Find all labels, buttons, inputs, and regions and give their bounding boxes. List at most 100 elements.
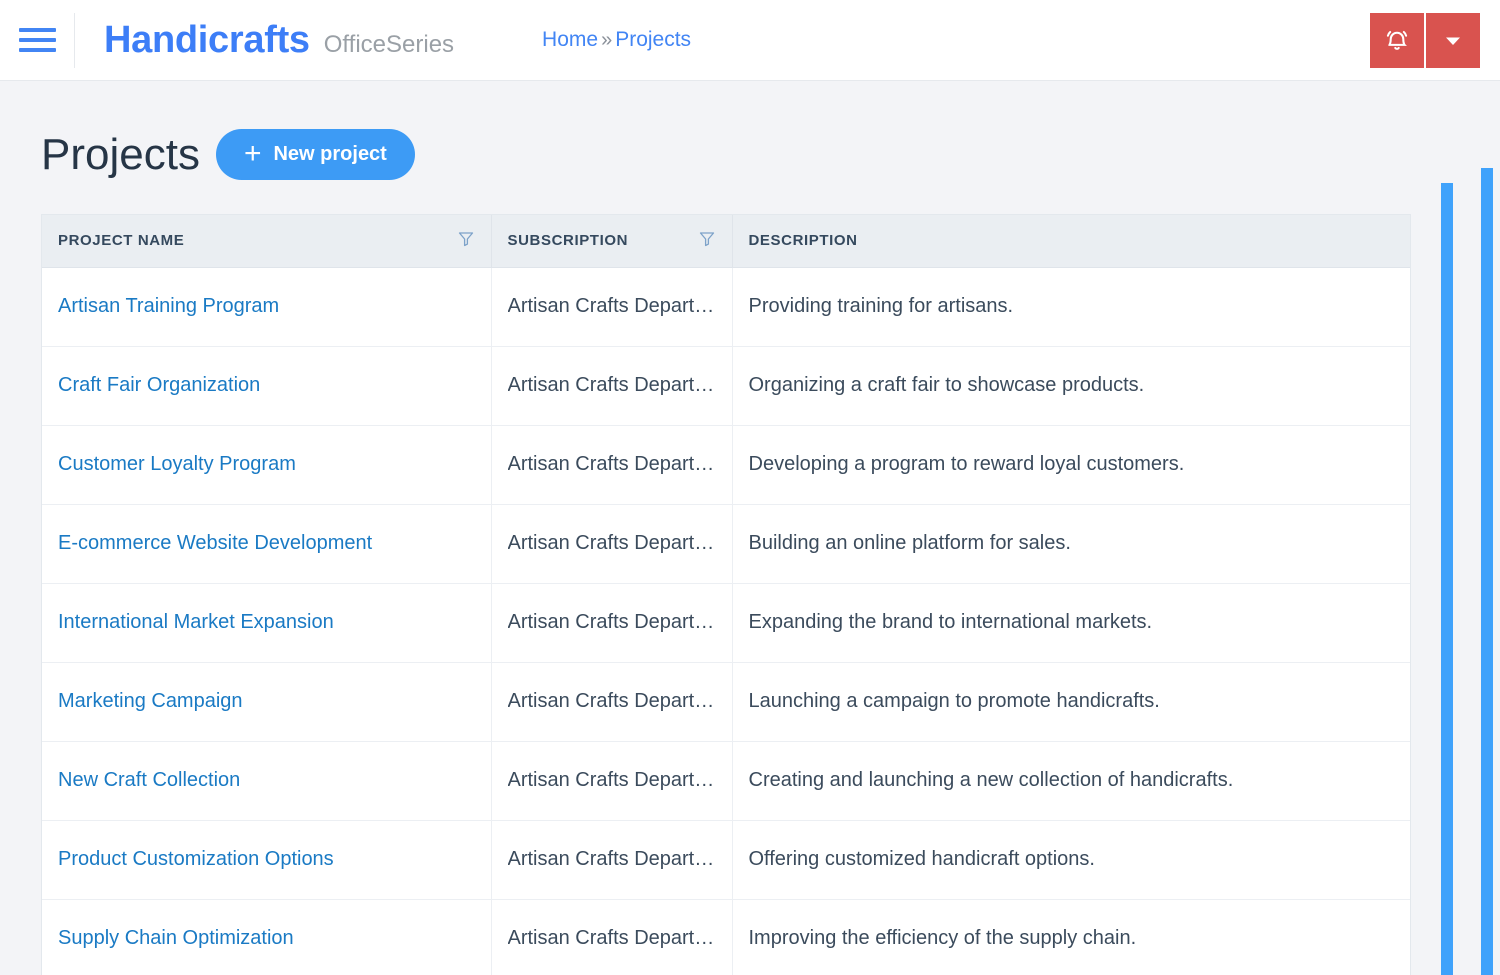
page-content: Projects + New project PROJECT NAME SUBS… [0,81,1500,975]
cell-description: Providing training for artisans. [732,267,1410,347]
hamburger-bar [18,48,56,52]
description-value: Improving the efficiency of the supply c… [748,927,1137,949]
cell-description: Developing a program to reward loyal cus… [732,425,1410,505]
cell-subscription: Artisan Crafts Depart… [491,504,733,584]
brand-subtitle: OfficeSeries [323,30,455,58]
project-link[interactable]: International Market Expansion [58,611,334,633]
header-actions [1370,13,1480,68]
cell-project-name: Craft Fair Organization [42,346,492,426]
page-header: Projects + New project [0,81,1500,180]
project-link[interactable]: Marketing Campaign [58,690,243,712]
project-link[interactable]: Customer Loyalty Program [58,453,296,475]
table-row[interactable]: Marketing Campaign Artisan Crafts Depart… [42,662,1410,742]
subscription-value: Artisan Crafts Depart… [507,532,715,554]
plus-icon: + [243,136,262,170]
cell-project-name: International Market Expansion [42,583,492,663]
breadcrumb-separator: » [601,29,613,51]
project-link[interactable]: Craft Fair Organization [58,374,260,396]
caret-down-icon [1443,31,1463,51]
subscription-value: Artisan Crafts Depart… [507,927,715,949]
cell-project-name: Marketing Campaign [42,662,492,742]
cell-description: Building an online platform for sales. [732,504,1410,584]
new-project-button[interactable]: + New project [215,129,415,180]
cell-description: Organizing a craft fair to showcase prod… [732,346,1410,426]
cell-description: Offering customized handicraft options. [732,820,1410,900]
cell-description: Expanding the brand to international mar… [732,583,1410,663]
subscription-value: Artisan Crafts Depart… [507,848,715,870]
breadcrumb-projects-link[interactable]: Projects [615,28,691,51]
subscription-value: Artisan Crafts Depart… [507,295,715,317]
table-row[interactable]: New Craft Collection Artisan Crafts Depa… [42,741,1410,821]
projects-table: PROJECT NAME SUBSCRIPTION DESCRIPTION Ar… [42,215,1410,975]
project-link[interactable]: Supply Chain Optimization [58,927,294,949]
cell-project-name: New Craft Collection [42,741,492,821]
brand-name: Handicrafts [104,18,310,61]
description-value: Expanding the brand to international mar… [748,611,1153,633]
user-dropdown-button[interactable] [1426,13,1480,68]
cell-project-name: E-commerce Website Development [42,504,492,584]
table-row[interactable]: E-commerce Website Development Artisan C… [42,504,1410,584]
cell-description: Creating and launching a new collection … [732,741,1410,821]
breadcrumb-home-link[interactable]: Home [542,28,598,51]
subscription-value: Artisan Crafts Depart… [507,769,715,791]
column-header-description[interactable]: DESCRIPTION [732,215,1410,268]
cell-subscription: Artisan Crafts Depart… [491,820,733,900]
column-header-label: PROJECT NAME [58,232,185,250]
top-header-bar: Handicrafts OfficeSeries Home» Projects [0,0,1500,81]
project-link[interactable]: Product Customization Options [58,848,334,870]
table-row[interactable]: Craft Fair Organization Artisan Crafts D… [42,346,1410,426]
project-link[interactable]: E-commerce Website Development [58,532,372,554]
cell-subscription: Artisan Crafts Depart… [491,346,733,426]
funnel-filter-icon[interactable] [457,230,475,252]
description-value: Developing a program to reward loyal cus… [748,453,1185,475]
description-value: Launching a campaign to promote handicra… [748,690,1160,712]
cell-subscription: Artisan Crafts Depart… [491,267,733,347]
funnel-filter-icon[interactable] [698,230,716,252]
inner-content-scrollbar[interactable] [1441,183,1453,975]
hamburger-menu-icon[interactable] [0,0,74,81]
page-title: Projects [41,129,200,179]
cell-subscription: Artisan Crafts Depart… [491,425,733,505]
column-header-project-name[interactable]: PROJECT NAME [42,215,492,268]
alarm-bell-icon [1384,28,1410,54]
subscription-value: Artisan Crafts Depart… [507,611,715,633]
page-scrollbar[interactable] [1481,168,1493,975]
table-row[interactable]: Supply Chain Optimization Artisan Crafts… [42,899,1410,975]
cell-subscription: Artisan Crafts Depart… [491,583,733,663]
subscription-value: Artisan Crafts Depart… [507,374,715,396]
projects-table-container: PROJECT NAME SUBSCRIPTION DESCRIPTION Ar… [41,214,1411,975]
cell-subscription: Artisan Crafts Depart… [491,741,733,821]
table-row[interactable]: International Market Expansion Artisan C… [42,583,1410,663]
table-row[interactable]: Artisan Training Program Artisan Crafts … [42,267,1410,347]
description-value: Creating and launching a new collection … [748,769,1234,791]
description-value: Offering customized handicraft options. [748,848,1095,870]
brand-logo[interactable]: Handicrafts OfficeSeries [75,19,454,62]
subscription-value: Artisan Crafts Depart… [507,453,715,475]
cell-description: Launching a campaign to promote handicra… [732,662,1410,742]
description-value: Organizing a craft fair to showcase prod… [748,374,1145,396]
table-body: Artisan Training Program Artisan Crafts … [42,267,1410,975]
subscription-value: Artisan Crafts Depart… [507,690,715,712]
table-row[interactable]: Product Customization Options Artisan Cr… [42,820,1410,900]
hamburger-bar [18,38,56,42]
project-link[interactable]: New Craft Collection [58,769,240,791]
table-header: PROJECT NAME SUBSCRIPTION DESCRIPTION [42,215,1410,268]
cell-project-name: Product Customization Options [42,820,492,900]
cell-subscription: Artisan Crafts Depart… [491,662,733,742]
hamburger-bar [18,28,56,32]
notifications-button[interactable] [1370,13,1424,68]
column-header-label: SUBSCRIPTION [507,232,629,250]
cell-project-name: Customer Loyalty Program [42,425,492,505]
project-link[interactable]: Artisan Training Program [58,295,279,317]
description-value: Providing training for artisans. [748,295,1014,317]
cell-project-name: Supply Chain Optimization [42,899,492,975]
cell-description: Improving the efficiency of the supply c… [732,899,1410,975]
description-value: Building an online platform for sales. [748,532,1071,554]
table-header-row: PROJECT NAME SUBSCRIPTION DESCRIPTION [42,215,1410,268]
breadcrumb: Home» Projects [542,28,691,52]
table-row[interactable]: Customer Loyalty Program Artisan Crafts … [42,425,1410,505]
column-header-subscription[interactable]: SUBSCRIPTION [491,215,733,268]
cell-project-name: Artisan Training Program [42,267,492,347]
new-project-label: New project [273,143,387,165]
cell-subscription: Artisan Crafts Depart… [491,899,733,975]
